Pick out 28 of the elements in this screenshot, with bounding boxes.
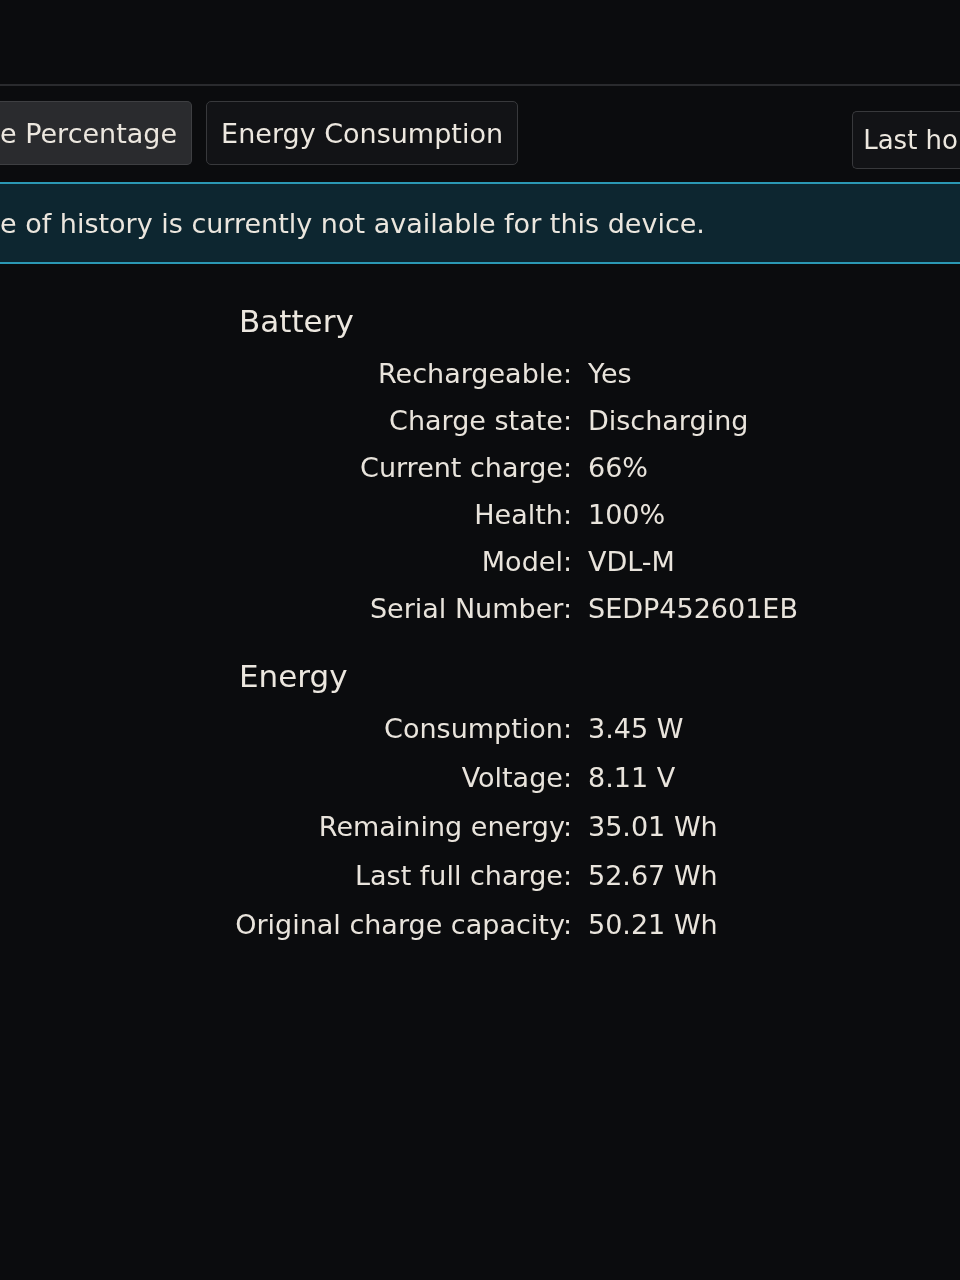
field-label: Current charge: [360, 451, 572, 485]
field-label: Remaining energy: [318, 810, 572, 844]
field-label: Charge state: [389, 404, 572, 438]
field-value: SEDP452601EB [588, 592, 798, 626]
field-value: VDL-M [588, 545, 675, 579]
field-value: 3.45 W [588, 712, 684, 746]
field-label: Original charge capacity: [235, 908, 572, 942]
field-label: Health: [474, 498, 572, 532]
field-value: Yes [588, 357, 632, 391]
field-value: 52.67 Wh [588, 859, 718, 893]
field-label: Rechargeable: [378, 357, 572, 391]
section-heading: Battery [239, 302, 354, 341]
tab-button[interactable]: Energy Consumption [206, 101, 519, 165]
field-value: 100% [588, 498, 666, 532]
field-value: 35.01 Wh [588, 810, 718, 844]
field-label: Serial Number: [369, 592, 572, 626]
field-value: 66% [588, 451, 648, 485]
field-label: Consumption: [384, 712, 572, 746]
tab-button[interactable]: e Percentage [0, 101, 193, 165]
field-value: 8.11 V [588, 761, 676, 795]
field-label: Voltage: [461, 761, 572, 795]
field-value: 50.21 Wh [588, 908, 718, 942]
section-heading: Energy [239, 657, 348, 696]
field-label: Model: [481, 545, 572, 579]
banner-message: e of history is currently not available for this device. [0, 207, 705, 239]
time-range-button[interactable]: Last ho [852, 111, 960, 169]
field-label: Last full charge: [355, 859, 572, 893]
field-value: Discharging [588, 404, 749, 438]
